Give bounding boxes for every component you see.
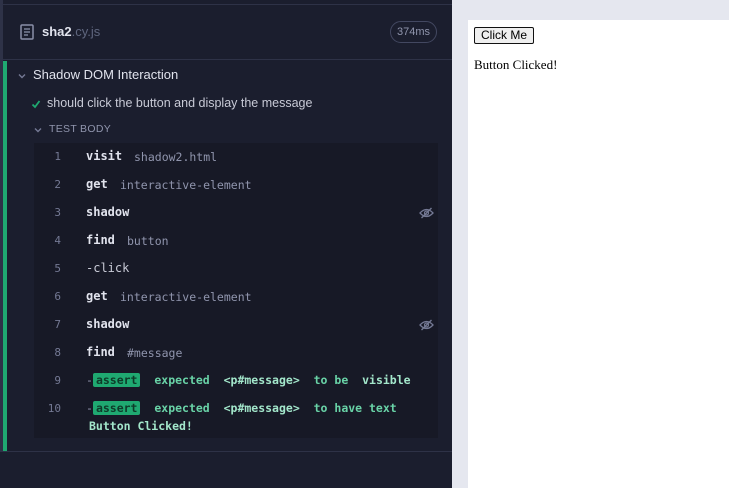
- chevron-down-icon: [18, 74, 26, 79]
- command-number: 6: [54, 290, 61, 303]
- command-row[interactable]: 8 find #message: [34, 339, 438, 367]
- command-row[interactable]: 7 shadow: [34, 311, 438, 339]
- test-body-header[interactable]: TEST BODY: [7, 119, 452, 141]
- reporter-panel: sha2.cy.js 374ms Shadow DOM Interaction …: [0, 0, 452, 488]
- check-icon: [31, 100, 41, 109]
- click-me-button[interactable]: Click Me: [474, 27, 535, 44]
- command-arg: shadow2.html: [134, 150, 218, 164]
- command-row[interactable]: 3 shadow: [34, 199, 438, 227]
- command-log: 1 visit shadow2.html 2 get interactive-e…: [34, 143, 438, 438]
- command-number: 1: [54, 150, 61, 163]
- command-name: -click: [86, 261, 130, 275]
- assertion-text: - assert expected <p#message> to be visib…: [86, 373, 411, 387]
- spec-file-name[interactable]: sha2.cy.js: [42, 24, 100, 39]
- command-row[interactable]: 6 get interactive-element: [34, 283, 438, 311]
- command-name: shadow: [86, 205, 130, 219]
- command-number: 7: [54, 318, 61, 331]
- command-arg: #message: [127, 346, 183, 360]
- command-name: shadow: [86, 317, 130, 331]
- command-number: 9: [54, 374, 61, 387]
- command-row[interactable]: 1 visit shadow2.html: [34, 143, 438, 171]
- test-title: should click the button and display the …: [47, 96, 313, 110]
- command-row[interactable]: 10 - assert expected <p#message> to have …: [34, 395, 438, 437]
- duration-badge: 374ms: [389, 21, 437, 43]
- command-number: 5: [54, 262, 61, 275]
- message-text: Button Clicked!: [474, 57, 558, 72]
- command-arg: button: [127, 234, 169, 248]
- assertion-value: Button Clicked!: [89, 419, 193, 433]
- aut-header-bar: [452, 0, 729, 4]
- divider: [3, 451, 452, 452]
- command-number: 10: [47, 402, 61, 415]
- command-number: 8: [54, 346, 61, 359]
- test-body-label: TEST BODY: [49, 123, 112, 135]
- command-name: get: [86, 177, 108, 191]
- command-name: find: [86, 233, 115, 247]
- command-name: find: [86, 345, 115, 359]
- assert-badge: assert: [92, 401, 141, 415]
- eye-slash-icon[interactable]: [419, 207, 434, 219]
- command-row[interactable]: 2 get interactive-element: [34, 171, 438, 199]
- command-name: visit: [86, 149, 123, 163]
- assert-badge: assert: [92, 373, 141, 387]
- command-number: 2: [54, 178, 61, 191]
- suite-header[interactable]: Shadow DOM Interaction: [7, 61, 452, 89]
- test-header[interactable]: should click the button and display the …: [7, 91, 452, 117]
- file-icon: [20, 24, 34, 40]
- spec-file-header[interactable]: sha2.cy.js 374ms: [3, 5, 452, 60]
- command-row[interactable]: 9 - assert expected <p#message> to be vis…: [34, 367, 438, 395]
- suite-title: Shadow DOM Interaction: [33, 67, 179, 82]
- aut-panel: Click Me Button Clicked!: [452, 0, 729, 488]
- command-arg: interactive-element: [120, 290, 252, 304]
- command-arg: interactive-element: [120, 178, 252, 192]
- assertion-text: - assert expected <p#message> to have tex…: [86, 401, 397, 415]
- command-number: 3: [54, 206, 61, 219]
- aut-iframe: Click Me Button Clicked!: [468, 20, 729, 488]
- command-row[interactable]: 4 find button: [34, 227, 438, 255]
- command-name: get: [86, 289, 108, 303]
- suite-block: Shadow DOM Interaction should click the …: [3, 61, 452, 451]
- command-number: 4: [54, 234, 61, 247]
- command-row[interactable]: 5 -click: [34, 255, 438, 283]
- eye-slash-icon[interactable]: [419, 319, 434, 331]
- chevron-down-icon: [34, 128, 42, 133]
